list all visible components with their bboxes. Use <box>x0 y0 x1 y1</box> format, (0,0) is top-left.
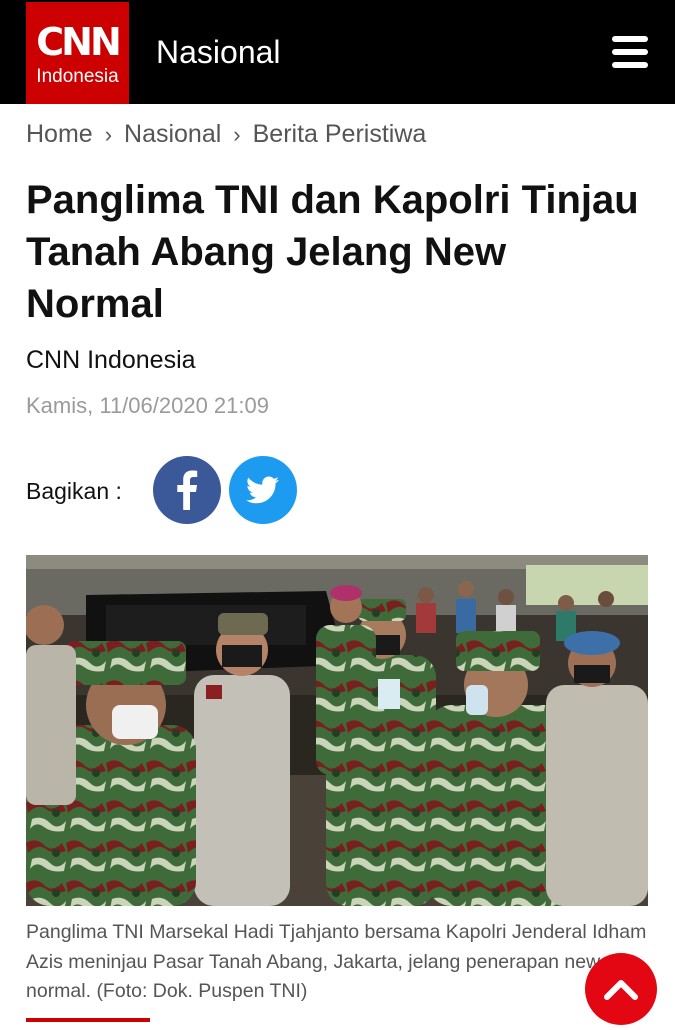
article-date: Kamis, 11/06/2020 21:09 <box>26 393 269 418</box>
scroll-to-top-button[interactable] <box>585 953 657 1025</box>
photo-caption: Panglima TNI Marsekal Hadi Tjahjanto ber… <box>26 921 647 1002</box>
facebook-share-button[interactable] <box>153 456 221 524</box>
share-label: Bagikan : <box>26 478 122 504</box>
section-divider <box>26 1018 150 1022</box>
twitter-share-button[interactable] <box>229 456 297 524</box>
breadcrumb: Home › Nasional › Berita Peristiwa <box>26 116 426 152</box>
menu-button[interactable] <box>606 34 652 70</box>
article-title: Panglima TNI dan Kapolri Tinjau Tanah Ab… <box>26 178 639 326</box>
chevron-right-icon: › <box>104 122 113 147</box>
section-title[interactable]: Nasional <box>156 32 281 72</box>
article-photo <box>26 555 648 906</box>
article-author: CNN Indonesia <box>26 346 196 374</box>
cnn-indonesia-logo[interactable]: CNN Indonesia <box>26 2 129 104</box>
breadcrumb-home[interactable]: Home <box>26 120 93 148</box>
breadcrumb-nasional[interactable]: Nasional <box>124 120 221 148</box>
chevron-up-icon <box>604 980 638 1000</box>
facebook-icon <box>177 470 198 510</box>
site-header: CNN Indonesia Nasional <box>0 0 675 104</box>
logo-subtitle: Indonesia <box>36 66 119 87</box>
breadcrumb-berita-peristiwa[interactable]: Berita Peristiwa <box>253 120 427 148</box>
chevron-right-icon: › <box>233 122 241 147</box>
twitter-icon <box>246 476 280 504</box>
logo-wordmark: CNN <box>36 20 122 64</box>
